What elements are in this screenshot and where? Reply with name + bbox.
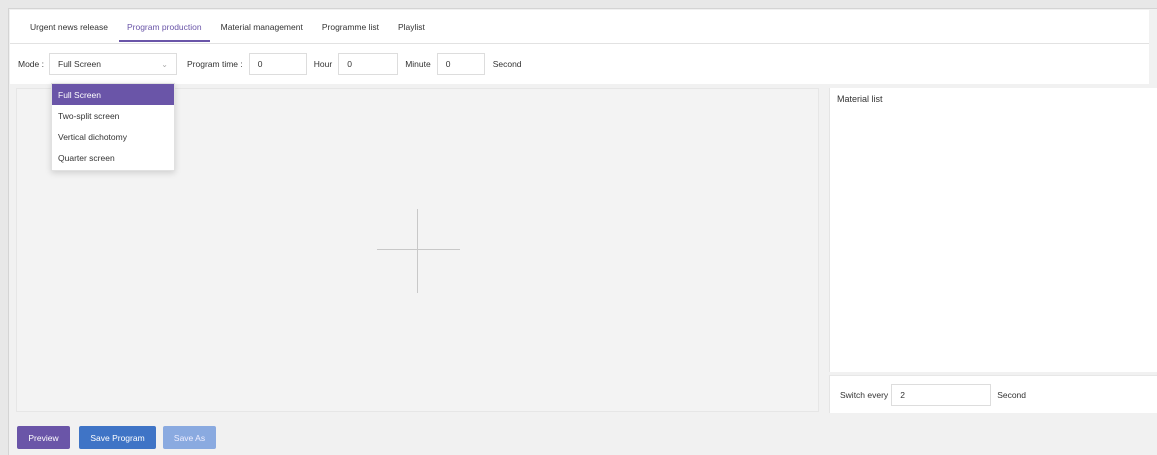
- preview-button[interactable]: Preview: [17, 426, 70, 449]
- tab-bar: Urgent news release Program production M…: [10, 10, 1149, 44]
- program-toolbar: Mode : Full Screen ⌄ Program time : 0 Ho…: [10, 44, 1149, 84]
- switch-unit-label: Second: [997, 389, 1027, 400]
- switch-interval-input[interactable]: 2: [891, 383, 992, 406]
- tab-urgent-news-release[interactable]: Urgent news release: [22, 12, 116, 42]
- save-program-button[interactable]: Save Program: [79, 426, 156, 449]
- hour-label: Hour: [313, 59, 333, 69]
- mode-option-two-split-screen[interactable]: Two-split screen: [52, 105, 174, 126]
- program-time-label: Program time :: [187, 59, 243, 69]
- add-region-crosshair-vertical: [417, 209, 418, 293]
- mode-dropdown-menu: Full Screen Two-split screen Vertical di…: [51, 83, 175, 171]
- tab-programme-list[interactable]: Programme list: [314, 12, 387, 42]
- save-as-button[interactable]: Save As: [163, 426, 216, 449]
- minute-label: Minute: [405, 59, 431, 69]
- chevron-down-icon: ⌄: [161, 59, 168, 69]
- material-list-panel: Material list: [829, 88, 1157, 372]
- hours-input[interactable]: 0: [248, 53, 307, 75]
- add-region-crosshair-horizontal: [377, 249, 460, 250]
- switch-every-label: Switch every: [840, 389, 889, 400]
- tab-program-production[interactable]: Program production: [118, 12, 210, 42]
- mode-option-quarter-screen[interactable]: Quarter screen: [52, 147, 174, 168]
- mode-select[interactable]: Full Screen ⌄: [49, 53, 177, 75]
- tab-material-management[interactable]: Material management: [213, 12, 311, 42]
- mode-label: Mode :: [18, 59, 44, 69]
- tab-playlist[interactable]: Playlist: [390, 12, 433, 42]
- material-list-title: Material list: [837, 94, 883, 104]
- seconds-input[interactable]: 0: [436, 53, 485, 75]
- mode-option-vertical-dichotomy[interactable]: Vertical dichotomy: [52, 126, 174, 147]
- switch-interval-bar: Switch every 2 Second: [829, 375, 1157, 413]
- minutes-input[interactable]: 0: [338, 53, 399, 75]
- mode-select-value: Full Screen: [58, 59, 101, 69]
- second-label: Second: [492, 59, 522, 69]
- mode-option-full-screen[interactable]: Full Screen: [52, 84, 174, 105]
